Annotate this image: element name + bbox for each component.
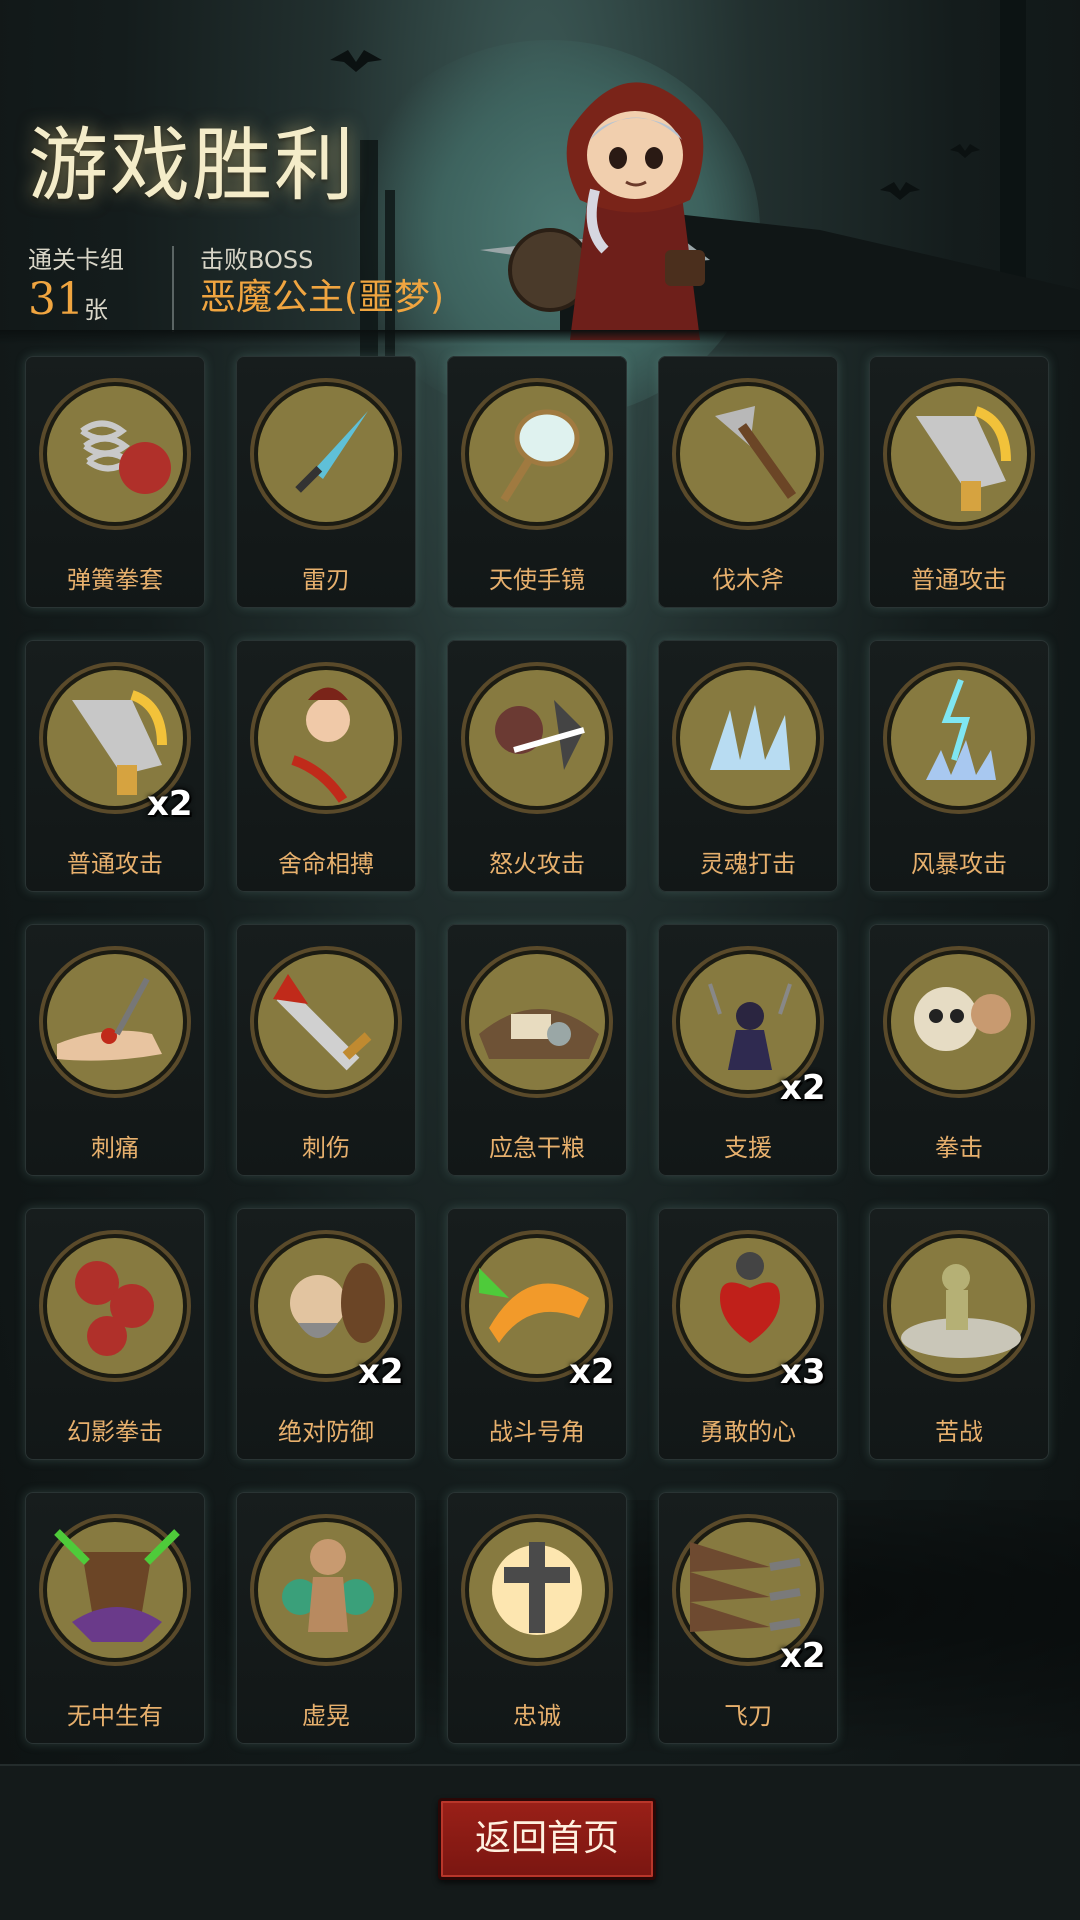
storm-attack-icon	[883, 662, 1035, 814]
deck-card[interactable]: 刺痛	[25, 924, 205, 1176]
desperate-fight-icon	[250, 662, 402, 814]
deck-card[interactable]: 普通攻击	[869, 356, 1049, 608]
phantom-punch-icon	[39, 1230, 191, 1382]
header-separator	[0, 330, 1080, 344]
card-name: 拳击	[935, 1134, 983, 1162]
deck-label: 通关卡组	[28, 246, 124, 274]
deck-card[interactable]: 弹簧拳套	[25, 356, 205, 608]
return-home-button[interactable]: 返回首页	[438, 1798, 656, 1880]
card-name: 刺痛	[91, 1134, 139, 1162]
deck-card[interactable]: 虚晃	[236, 1492, 416, 1744]
axe-icon	[672, 378, 824, 530]
thunder-blade-icon	[250, 378, 402, 530]
card-name: 飞刀	[724, 1702, 772, 1730]
card-name: 勇敢的心	[700, 1418, 796, 1446]
deck-card[interactable]: 刺伤	[236, 924, 416, 1176]
card-name: 应急干粮	[489, 1134, 585, 1162]
deck-card[interactable]: 天使手镜	[447, 356, 627, 608]
deck-card[interactable]: 无中生有	[25, 1492, 205, 1744]
skull-punch-icon	[883, 946, 1035, 1098]
rations-icon	[461, 946, 613, 1098]
deck-card[interactable]: 普通攻击 x2	[25, 640, 205, 892]
stab-icon	[250, 946, 402, 1098]
card-name: 灵魂打击	[700, 850, 796, 878]
card-count-badge: x3	[780, 1352, 826, 1392]
hero-character-portrait	[480, 82, 710, 340]
card-name: 无中生有	[67, 1702, 163, 1730]
card-count-badge: x2	[780, 1068, 826, 1108]
card-name: 普通攻击	[67, 850, 163, 878]
card-name: 弹簧拳套	[67, 566, 163, 594]
deck-card[interactable]: 怒火攻击	[447, 640, 627, 892]
deck-card[interactable]: 绝对防御 x2	[236, 1208, 416, 1460]
card-name: 天使手镜	[489, 566, 585, 594]
card-name: 怒火攻击	[489, 850, 585, 878]
deck-card[interactable]: 苦战	[869, 1208, 1049, 1460]
card-name: 风暴攻击	[911, 850, 1007, 878]
sting-icon	[39, 946, 191, 1098]
deck-card[interactable]: 伐木斧	[658, 356, 838, 608]
deck-card[interactable]: 应急干粮	[447, 924, 627, 1176]
boss-label: 击败BOSS	[200, 246, 314, 274]
card-count-badge: x2	[147, 784, 193, 824]
sword-icon	[883, 378, 1035, 530]
card-count-badge: x2	[569, 1352, 615, 1392]
hard-fight-icon	[883, 1230, 1035, 1382]
spring-glove-icon	[39, 378, 191, 530]
card-name: 伐木斧	[712, 566, 784, 594]
victory-screen: 游戏胜利 通关卡组 31 张 击败BOSS 恶魔公主(噩梦) 弹簧拳套 雷刃 天使手…	[0, 0, 1080, 1920]
boxer-feint-icon	[250, 1514, 402, 1666]
card-count-badge: x2	[780, 1636, 826, 1676]
card-name: 虚晃	[302, 1702, 350, 1730]
deck-unit: 张	[84, 296, 108, 324]
deck-card[interactable]: 灵魂打击	[658, 640, 838, 892]
angel-mirror-icon	[461, 378, 613, 530]
deck-card[interactable]: 拳击	[869, 924, 1049, 1176]
card-name: 舍命相搏	[278, 850, 374, 878]
deck-card[interactable]: 忠诚	[447, 1492, 627, 1744]
card-name: 战斗号角	[489, 1418, 585, 1446]
card-name: 幻影拳击	[67, 1418, 163, 1446]
deck-count: 31	[28, 274, 84, 325]
card-name: 普通攻击	[911, 566, 1007, 594]
deck-card[interactable]: 飞刀 x2	[658, 1492, 838, 1744]
card-name: 绝对防御	[278, 1418, 374, 1446]
deck-card[interactable]: 勇敢的心 x3	[658, 1208, 838, 1460]
card-name: 苦战	[935, 1418, 983, 1446]
cross-icon	[461, 1514, 613, 1666]
boss-name: 恶魔公主(噩梦)	[200, 277, 445, 318]
deck-card[interactable]: 战斗号角 x2	[447, 1208, 627, 1460]
deck-card[interactable]: 支援 x2	[658, 924, 838, 1176]
card-name: 忠诚	[513, 1702, 561, 1730]
deck-card[interactable]: 风暴攻击	[869, 640, 1049, 892]
conjure-icon	[39, 1514, 191, 1666]
deck-card[interactable]: 幻影拳击	[25, 1208, 205, 1460]
card-name: 刺伤	[302, 1134, 350, 1162]
deck-card[interactable]: 雷刃	[236, 356, 416, 608]
victory-title: 游戏胜利	[28, 119, 356, 212]
card-count-badge: x2	[358, 1352, 404, 1392]
card-name: 雷刃	[302, 566, 350, 594]
rage-attack-icon	[461, 662, 613, 814]
soul-strike-icon	[672, 662, 824, 814]
stat-divider	[172, 246, 174, 332]
card-name: 支援	[724, 1134, 772, 1162]
deck-card[interactable]: 舍命相搏	[236, 640, 416, 892]
